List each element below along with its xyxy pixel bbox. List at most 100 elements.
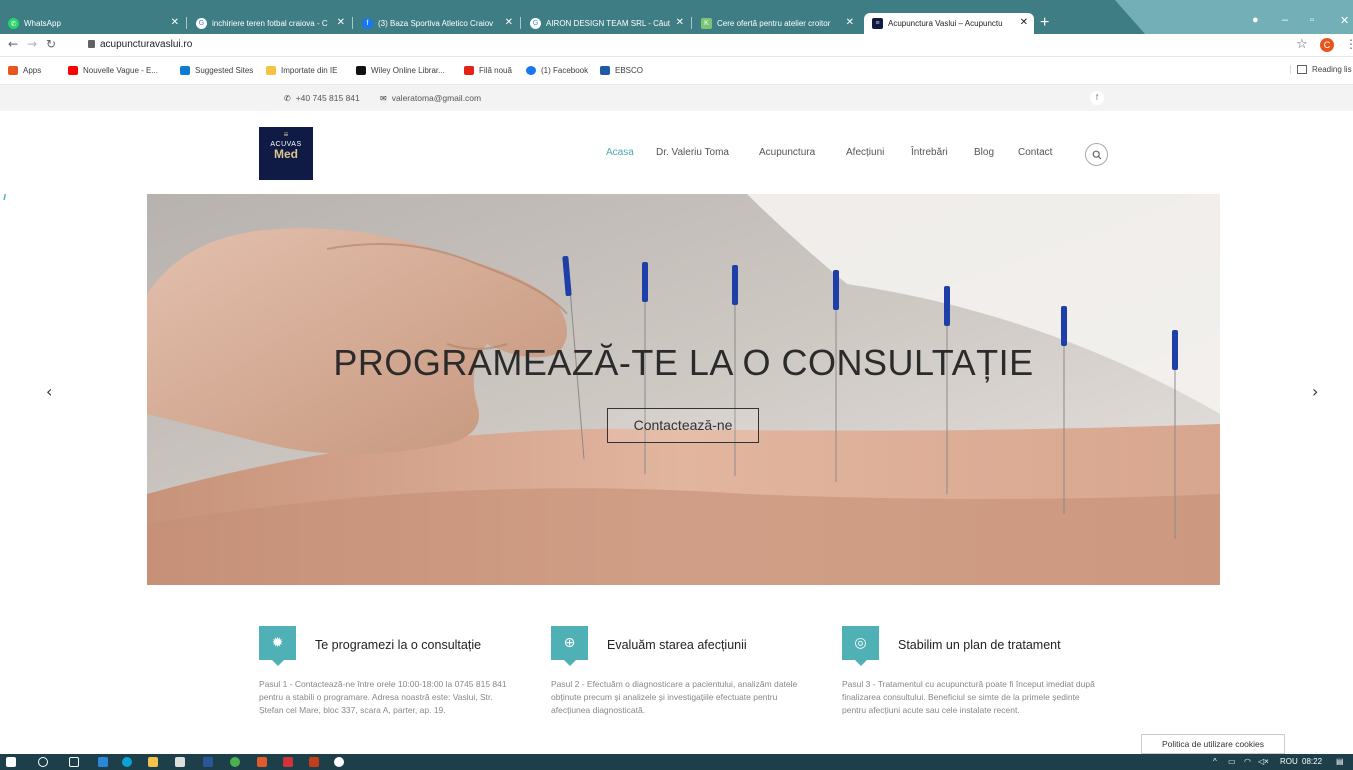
tab-title: WhatsApp (24, 19, 61, 28)
lifebuoy-icon: ⊕ (551, 626, 588, 666)
site-icon: K (701, 18, 712, 29)
tab-separator (352, 17, 353, 29)
nav-intrebari[interactable]: Întrebări (911, 147, 948, 158)
reload-icon[interactable]: ↻ (46, 37, 56, 51)
volume-muted-icon[interactable]: ◁× (1258, 757, 1269, 766)
close-icon[interactable]: ✕ (1020, 17, 1028, 28)
nav-acupunctura[interactable]: Acupunctura (759, 147, 815, 158)
contact-us-button[interactable]: Contactează-ne (607, 408, 759, 443)
tab-title: (3) Baza Sportiva Atletico Craiov (378, 19, 494, 28)
url-input[interactable]: acupuncturavaslui.ro (100, 39, 192, 50)
bookmark-facebook[interactable]: (1) Facebook (526, 66, 588, 75)
google-icon: G (530, 18, 541, 29)
tab-whatsapp[interactable]: ✆ WhatsApp ✕ (0, 13, 185, 34)
reading-list-button[interactable]: Reading lis (1290, 65, 1352, 74)
feature-title: Evaluăm starea afecțiunii (607, 638, 747, 652)
search-button[interactable] (1085, 143, 1108, 166)
tab-inchiriere-teren[interactable]: G inchiriere teren fotbal craiova - C ✕ (188, 13, 351, 34)
nav-acasa[interactable]: Acasa (606, 147, 634, 158)
close-icon[interactable]: ✕ (171, 17, 179, 28)
close-icon[interactable]: ✕ (505, 17, 513, 28)
contact-email[interactable]: ✉ valeratoma@gmail.com (380, 93, 481, 103)
close-icon[interactable]: ✕ (846, 17, 854, 28)
facebook-icon[interactable]: f (1090, 91, 1104, 105)
notifications-icon[interactable]: ▤ (1336, 757, 1344, 766)
tab-airon-design[interactable]: G AIRON DESIGN TEAM SRL - Căut ✕ (522, 13, 690, 34)
logo-bottom-text: Med (274, 147, 298, 161)
tab-search-icon[interactable]: ● (1252, 14, 1259, 26)
news-icon (464, 66, 474, 75)
edge-icon[interactable] (122, 757, 132, 767)
site-header: ≡ ACUVAS Med Acasa Dr. Valeriu Toma Acup… (0, 111, 1353, 194)
bookmark-star-icon[interactable]: ☆ (1296, 37, 1308, 52)
tab-separator (186, 17, 187, 29)
bookmark-nouvelle-vague[interactable]: Nouvelle Vague - E... (68, 66, 158, 75)
app-icon[interactable] (283, 757, 293, 767)
search-icon[interactable] (38, 757, 48, 767)
language-indicator[interactable]: ROU (1280, 757, 1298, 766)
apps-grid-icon (8, 66, 18, 75)
nav-blog[interactable]: Blog (974, 147, 994, 158)
chrome-icon[interactable] (230, 757, 240, 767)
bookmark-label: Suggested Sites (195, 66, 254, 75)
email-text: valeratoma@gmail.com (391, 93, 482, 103)
powerpoint-icon[interactable] (309, 757, 319, 767)
site-logo[interactable]: ≡ ACUVAS Med (259, 127, 313, 180)
bookmark-wiley[interactable]: Wiley Online Librar... (356, 66, 445, 75)
tab-title: AIRON DESIGN TEAM SRL - Căut (546, 19, 671, 28)
word-icon[interactable] (203, 757, 213, 767)
bookmark-suggested-sites[interactable]: Suggested Sites (180, 66, 253, 75)
bookmark-label: (1) Facebook (541, 66, 589, 75)
feature-title: Stabilim un plan de tratament (898, 638, 1061, 652)
address-bar: ← → ↻ acupuncturavaslui.ro ☆ C ⋮ (0, 34, 1353, 57)
file-explorer-icon[interactable] (148, 757, 158, 767)
tab-separator (691, 17, 692, 29)
acuvas-icon: ≡ (872, 18, 883, 29)
app-icon[interactable] (257, 757, 267, 767)
nav-afectiuni[interactable]: Afecțiuni (846, 147, 884, 158)
cookie-policy-button[interactable]: Politica de utilizare cookies (1141, 734, 1285, 754)
bookmark-apps[interactable]: Apps (8, 66, 41, 75)
bookmark-label: Wiley Online Librar... (371, 66, 445, 75)
lock-icon (88, 40, 95, 48)
minimize-icon[interactable]: – (1282, 14, 1288, 26)
new-tab-button[interactable]: + (1040, 14, 1049, 32)
windows-start-icon[interactable] (6, 757, 16, 767)
bing-icon (180, 66, 190, 75)
tab-title: Acupunctura Vaslui – Acupunctu (888, 19, 1003, 28)
tab-baza-sportiva[interactable]: f (3) Baza Sportiva Atletico Craiov ✕ (354, 13, 519, 34)
tray-chevron-icon[interactable]: ^ (1213, 757, 1217, 766)
task-view-icon[interactable] (69, 757, 79, 767)
tab-separator (520, 17, 521, 29)
profile-avatar[interactable]: C (1320, 38, 1334, 52)
restore-icon[interactable]: ▫ (1310, 14, 1314, 26)
close-icon[interactable]: ✕ (676, 17, 684, 28)
reading-list-icon (1297, 65, 1307, 74)
close-icon[interactable]: ✕ (337, 17, 345, 28)
menu-kebab-icon[interactable]: ⋮ (1345, 37, 1353, 51)
bookmark-importate-ie[interactable]: Importate din IE (266, 66, 337, 75)
feature-text: Pasul 3 - Tratamentul cu acupunctură poa… (842, 679, 1095, 715)
nav-dr-valeriu-toma[interactable]: Dr. Valeriu Toma (656, 147, 729, 158)
forward-arrow-icon[interactable]: → (27, 37, 37, 51)
store-icon[interactable] (175, 757, 185, 767)
slider-prev-arrow-icon[interactable]: ‹ (46, 382, 52, 401)
tab-cere-oferta[interactable]: K Cere ofertă pentru atelier croitor ✕ (693, 13, 860, 34)
feature-title: Te programezi la o consultație (315, 638, 482, 652)
phone-text: +40 745 815 841 (295, 93, 360, 103)
network-icon[interactable]: ▭ (1228, 757, 1236, 766)
facebook-icon (526, 66, 536, 75)
wifi-icon[interactable]: ◠ (1244, 757, 1251, 766)
bookmark-fila-noua[interactable]: Filă nouă (464, 66, 512, 75)
folder-icon (266, 66, 276, 75)
app-icon[interactable] (334, 757, 344, 767)
nav-contact[interactable]: Contact (1018, 147, 1052, 158)
mail-icon[interactable] (98, 757, 108, 767)
bookmark-ebsco[interactable]: EBSCO (600, 66, 643, 75)
slider-next-arrow-icon[interactable]: › (1312, 382, 1318, 401)
back-arrow-icon[interactable]: ← (8, 37, 18, 51)
contact-phone[interactable]: ✆ +40 745 815 841 (284, 93, 360, 103)
tab-acupunctura-vaslui[interactable]: ≡ Acupunctura Vaslui – Acupunctu ✕ (864, 13, 1034, 34)
close-window-icon[interactable]: ✕ (1340, 14, 1349, 27)
clock-time[interactable]: 08:22 (1302, 757, 1322, 766)
